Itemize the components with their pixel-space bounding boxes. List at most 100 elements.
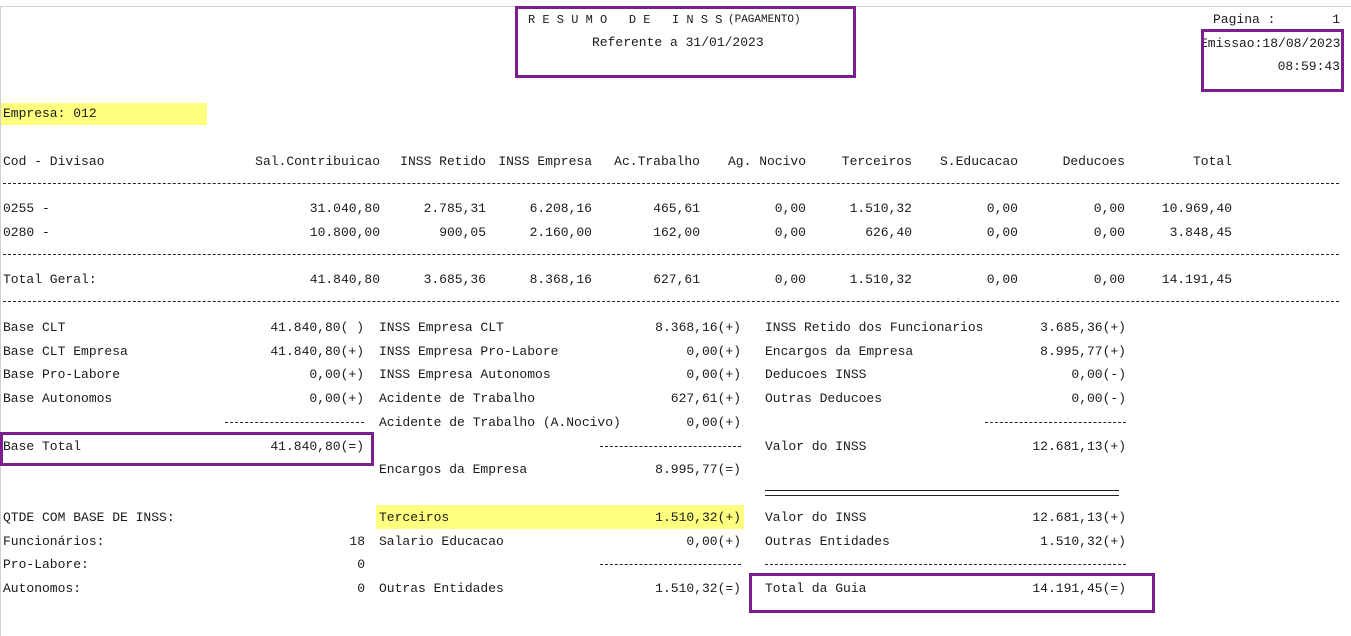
qtde-title: QTDE COM BASE DE INSS: xyxy=(3,510,175,525)
annotation-box-emission xyxy=(1201,29,1344,92)
inss-empresa-clt-value: 8.368,16(+) xyxy=(655,320,741,335)
cell-deducoes: 0,00 xyxy=(1093,201,1125,216)
inss-empresa-autonomos-value: 0,00(+) xyxy=(686,367,741,382)
cell-total-label: Total Geral: xyxy=(3,272,97,287)
inss-retido-func-value: 3.685,36(+) xyxy=(1040,320,1126,335)
valor-inss-2-label: Valor do INSS xyxy=(765,510,867,525)
base-clt-label: Base CLT xyxy=(3,320,66,335)
encargos-empresa-value: 8.995,77(=) xyxy=(655,462,741,477)
page-border-left xyxy=(0,6,1,636)
salario-educacao-label: Salario Educacao xyxy=(379,534,504,549)
base-clt-empresa-label: Base CLT Empresa xyxy=(3,344,128,359)
header-s-educacao: S.Educacao xyxy=(939,154,1018,169)
cell-sal-contribuicao: 31.040,80 xyxy=(309,201,380,216)
valor-inss-value: 12.681,13(+) xyxy=(1032,439,1126,454)
acidente-trabalho-value: 627,61(+) xyxy=(670,391,741,406)
cell-inss-retido: 3.685,36 xyxy=(423,272,486,287)
encargos-value: 8.995,77(+) xyxy=(1040,344,1126,359)
header-cod-divisao: Cod - Divisao xyxy=(3,154,105,169)
cell-s-educacao: 0,00 xyxy=(986,272,1018,287)
rule-header xyxy=(3,183,1339,184)
rule-guia xyxy=(765,564,1126,565)
inss-empresa-autonomos-label: INSS Empresa Autonomos xyxy=(379,367,551,382)
cell-deducoes: 0,00 xyxy=(1093,272,1125,287)
outras-entidades-value: 1.510,32(=) xyxy=(655,581,741,596)
cell-terceiros: 1.510,32 xyxy=(849,201,912,216)
header-ag-nocivo: Ag. Nocivo xyxy=(727,154,806,169)
cell-s-educacao: 0,00 xyxy=(986,225,1018,240)
annotation-box-title xyxy=(515,6,856,78)
qtde-pro-labore-value: 0 xyxy=(357,557,365,572)
cell-ag-nocivo: 0,00 xyxy=(774,272,806,287)
qtde-pro-labore-label: Pro-Labore: xyxy=(3,557,89,572)
deducoes-inss-label: Deducoes INSS xyxy=(765,367,867,382)
outras-deducoes-label: Outras Deducoes xyxy=(765,391,883,406)
rule-before-total xyxy=(3,254,1339,255)
salario-educacao-value: 0,00(+) xyxy=(686,534,741,549)
rule-empresa xyxy=(600,446,741,447)
base-pro-labore-value: 0,00(+) xyxy=(309,367,364,382)
cell-inss-empresa: 8.368,16 xyxy=(529,272,592,287)
header-sal-contribuicao: Sal.Contribuicao xyxy=(255,154,380,169)
terceiros-value: 1.510,32(+) xyxy=(655,510,741,525)
cell-inss-retido: 900,05 xyxy=(439,225,486,240)
encargos-empresa-label: Encargos da Empresa xyxy=(379,462,528,477)
cell-s-educacao: 0,00 xyxy=(986,201,1018,216)
base-clt-empresa-value: 41.840,80(+) xyxy=(270,344,364,359)
page-label: Pagina : xyxy=(1213,12,1276,27)
qtde-funcionarios-value: 18 xyxy=(349,534,365,549)
acidente-nocivo-value: 0,00(+) xyxy=(686,415,741,430)
annotation-box-base-total xyxy=(0,432,374,466)
cell-ag-nocivo: 0,00 xyxy=(774,225,806,240)
inss-empresa-pro-labore-value: 0,00(+) xyxy=(686,344,741,359)
rule-inss xyxy=(985,422,1126,423)
page-number: 1 xyxy=(1332,12,1340,27)
outras-entidades-label: Outras Entidades xyxy=(379,581,504,596)
cell-sal-contribuicao: 10.800,00 xyxy=(309,225,380,240)
rule-after-total xyxy=(3,301,1339,302)
deducoes-inss-value: 0,00(-) xyxy=(1071,367,1126,382)
cell-terceiros: 626,40 xyxy=(865,225,912,240)
header-terceiros: Terceiros xyxy=(841,154,912,169)
base-autonomos-value: 0,00(+) xyxy=(309,391,364,406)
cell-cod: 0280 - xyxy=(3,225,50,240)
rule-double xyxy=(765,490,1119,496)
base-pro-labore-label: Base Pro-Labore xyxy=(3,367,121,382)
header-inss-empresa: INSS Empresa xyxy=(498,154,592,169)
cell-inss-retido: 2.785,31 xyxy=(423,201,486,216)
acidente-trabalho-label: Acidente de Trabalho xyxy=(379,391,536,406)
cell-inss-empresa: 2.160,00 xyxy=(529,225,592,240)
cell-terceiros: 1.510,32 xyxy=(849,272,912,287)
header-deducoes: Deducoes xyxy=(1062,154,1125,169)
cell-total: 3.848,45 xyxy=(1169,225,1232,240)
header-ac-trabalho: Ac.Trabalho xyxy=(614,154,700,169)
header-inss-retido: INSS Retido xyxy=(400,154,486,169)
cell-total: 10.969,40 xyxy=(1161,201,1232,216)
cell-total: 14.191,45 xyxy=(1161,272,1232,287)
qtde-autonomos-label: Autonomos: xyxy=(3,581,82,596)
cell-deducoes: 0,00 xyxy=(1093,225,1125,240)
cell-ag-nocivo: 0,00 xyxy=(774,201,806,216)
inss-retido-func-label: INSS Retido dos Funcionarios xyxy=(765,320,984,335)
valor-inss-2-value: 12.681,13(+) xyxy=(1032,510,1126,525)
cell-cod: 0255 - xyxy=(3,201,50,216)
outras-deducoes-value: 0,00(-) xyxy=(1071,391,1126,406)
rule-outras xyxy=(600,564,741,565)
header-total: Total xyxy=(1192,154,1232,169)
valor-inss-label: Valor do INSS xyxy=(765,439,867,454)
outras-entidades-2-label: Outras Entidades xyxy=(765,534,890,549)
cell-ac-trabalho: 627,61 xyxy=(653,272,700,287)
qtde-funcionarios-label: Funcionários: xyxy=(3,534,105,549)
acidente-nocivo-label: Acidente de Trabalho (A.Nocivo) xyxy=(379,415,621,430)
cell-ac-trabalho: 465,61 xyxy=(653,201,700,216)
annotation-box-total-guia xyxy=(749,573,1155,613)
terceiros-label: Terceiros xyxy=(379,510,450,525)
rule-bases xyxy=(225,422,364,423)
inss-empresa-pro-labore-label: INSS Empresa Pro-Labore xyxy=(379,344,559,359)
encargos-label: Encargos da Empresa xyxy=(765,344,914,359)
cell-sal-contribuicao: 41.840,80 xyxy=(309,272,380,287)
cell-inss-empresa: 6.208,16 xyxy=(529,201,592,216)
base-clt-value: 41.840,80( ) xyxy=(270,320,364,335)
outras-entidades-2-value: 1.510,32(+) xyxy=(1040,534,1126,549)
base-autonomos-label: Base Autonomos xyxy=(3,391,113,406)
